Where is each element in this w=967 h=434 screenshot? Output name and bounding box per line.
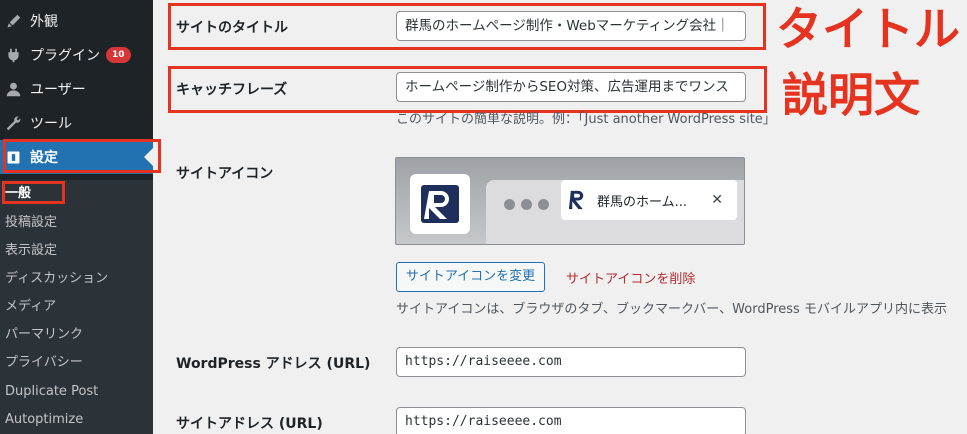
menu-label: 外観: [30, 14, 58, 30]
window-dot-icon: [521, 199, 532, 210]
submenu-item-reading[interactable]: 表示設定: [5, 241, 57, 261]
site-title-label: サイトのタイトル: [176, 20, 288, 36]
tagline-input[interactable]: ホームページ制作からSEO対策、広告運用までワンス: [396, 72, 746, 102]
menu-item-settings[interactable]: 設定: [0, 140, 153, 174]
menu-item-tools[interactable]: ツール: [0, 106, 153, 140]
site-title-input[interactable]: 群馬のホームページ制作・Webマーケティング会社｜: [396, 11, 746, 41]
menu-label: 設定: [30, 150, 58, 166]
change-site-icon-button[interactable]: サイトアイコンを変更: [396, 262, 545, 292]
tagline-description: このサイトの簡単な説明。例：「Just another WordPress si…: [396, 112, 776, 127]
window-dot-icon: [538, 199, 549, 210]
submenu-item-autoptimize[interactable]: Autoptimize: [5, 410, 83, 430]
tagline-label: キャッチフレーズ: [176, 82, 288, 98]
appearance-icon: [4, 12, 22, 30]
active-indicator-arrow: [144, 148, 153, 166]
wp-address-label: WordPress アドレス (URL): [176, 356, 371, 372]
menu-item-appearance[interactable]: 外観: [0, 4, 153, 38]
menu-item-users[interactable]: ユーザー: [0, 72, 153, 106]
site-address-label: サイトアドレス (URL): [176, 416, 323, 432]
remove-site-icon-link[interactable]: サイトアイコンを削除: [566, 268, 695, 287]
submenu-item-privacy[interactable]: プライバシー: [5, 353, 83, 373]
submenu-item-general[interactable]: 一般: [5, 184, 31, 204]
submenu-item-media[interactable]: メディア: [5, 297, 56, 317]
submenu-item-writing[interactable]: 投稿設定: [5, 213, 57, 233]
menu-item-plugins[interactable]: プラグイン 10: [0, 38, 153, 72]
menu-label: プラグイン: [30, 48, 100, 64]
users-icon: [4, 80, 22, 98]
browser-mock: 群馬のホーム... ✕: [486, 180, 744, 244]
plugins-icon: [4, 46, 22, 64]
favicon-icon: [568, 190, 584, 210]
annotation-title: タイトル: [776, 2, 960, 56]
submenu-item-permalinks[interactable]: パーマリンク: [5, 325, 83, 345]
submenu-item-discussion[interactable]: ディスカッション: [5, 269, 108, 289]
admin-sidebar: 外観 プラグイン 10 ユーザー ツール 設定 一般 投稿設定 表示設定 ディス…: [0, 0, 153, 434]
site-icon-label: サイトアイコン: [176, 166, 274, 182]
tools-icon: [4, 114, 22, 132]
site-icon-description: サイトアイコンは、ブラウザのタブ、ブックマークバー、WordPress モバイル…: [396, 302, 947, 317]
menu-label: ツール: [30, 116, 72, 132]
site-icon-preview: 群馬のホーム... ✕: [395, 157, 745, 245]
wp-address-input[interactable]: https://raiseeee.com: [396, 347, 746, 377]
close-icon: ✕: [711, 192, 723, 208]
site-address-input[interactable]: https://raiseeee.com: [396, 407, 746, 434]
settings-icon: [4, 148, 22, 166]
site-logo-icon: [410, 174, 470, 234]
settings-submenu: 一般 投稿設定 表示設定 ディスカッション メディア パーマリンク プライバシー…: [0, 180, 153, 434]
menu-label: ユーザー: [30, 82, 86, 98]
annotation-description: 説明文: [782, 68, 920, 122]
tab-title: 群馬のホーム...: [597, 194, 688, 210]
submenu-item-duplicate-post[interactable]: Duplicate Post: [5, 382, 98, 402]
browser-tab-preview: 群馬のホーム... ✕: [561, 180, 737, 220]
update-count-badge: 10: [106, 47, 131, 63]
window-dot-icon: [504, 199, 515, 210]
